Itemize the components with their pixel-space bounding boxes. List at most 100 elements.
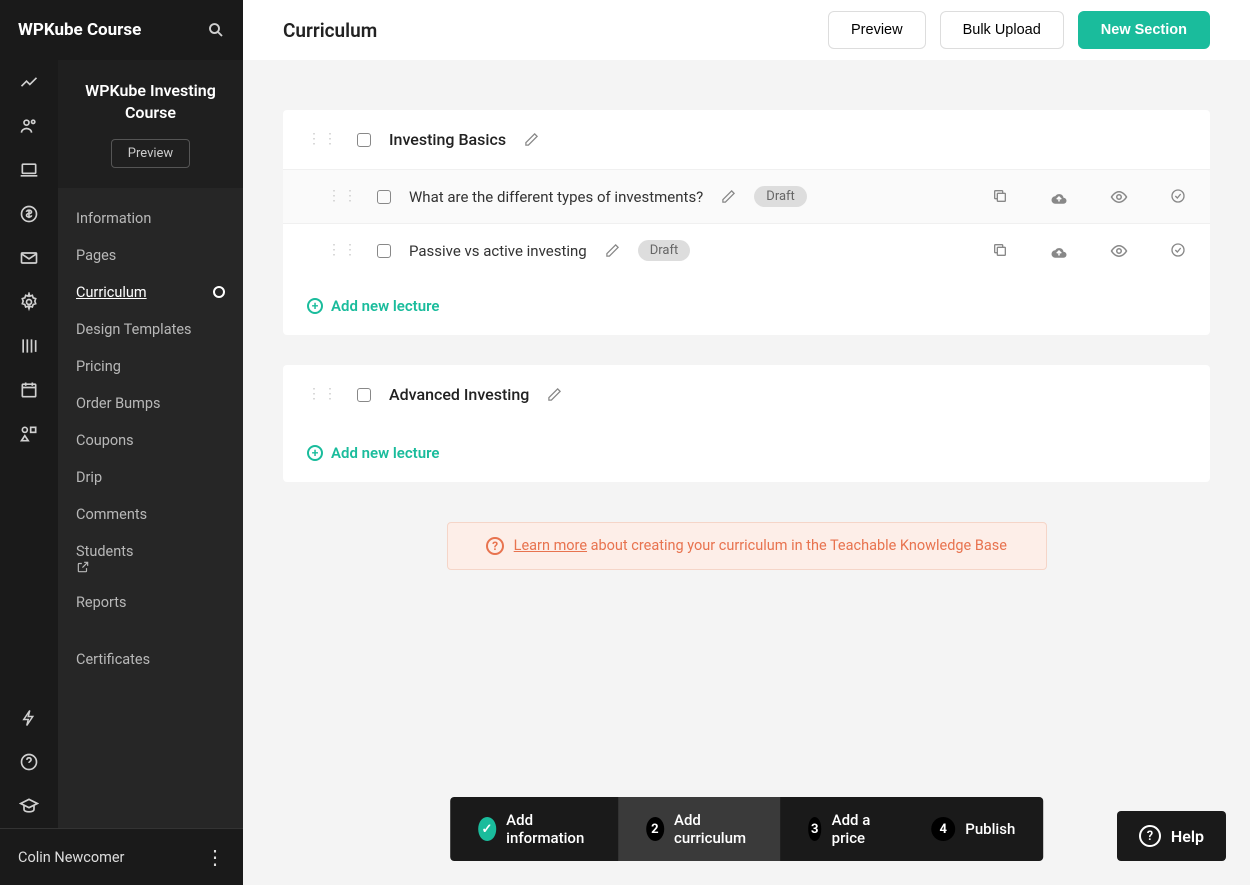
library-icon[interactable] [0, 324, 58, 368]
section-title: Investing Basics [389, 130, 506, 149]
copy-icon[interactable] [992, 188, 1008, 206]
sidebar-item-students[interactable]: Students [58, 533, 243, 584]
stepper: Add information 2 Add curriculum 3 Add a pri… [450, 797, 1044, 861]
sidebar-item-label: Certificates [76, 651, 150, 668]
lecture-checkbox[interactable] [377, 244, 391, 258]
lecture-title: What are the different types of investme… [409, 188, 703, 206]
step-add-a-price[interactable]: 3 Add a price [780, 797, 903, 861]
sidebar-item-coupons[interactable]: Coupons [58, 422, 243, 459]
sidebar-item-label: Pricing [76, 358, 121, 375]
sidebar-item-pricing[interactable]: Pricing [58, 348, 243, 385]
info-icon: ? [486, 537, 504, 555]
sidebar-item-label: Coupons [76, 432, 134, 449]
sidebar-item-information[interactable]: Information [58, 200, 243, 237]
drag-handle-icon[interactable]: ⋮⋮ [327, 246, 359, 256]
plus-circle-icon: + [307, 298, 323, 314]
brand-title: WPKube Course [18, 20, 141, 40]
sidebar-item-curriculum[interactable]: Curriculum [58, 274, 243, 311]
edit-icon[interactable] [605, 243, 620, 258]
step-add-curriculum[interactable]: 2 Add curriculum [618, 797, 780, 861]
check-circle-icon[interactable] [1170, 242, 1186, 260]
sidebar-item-label: Information [76, 210, 151, 227]
step-publish[interactable]: 4 Publish [903, 797, 1043, 861]
grad-cap-icon[interactable] [0, 784, 58, 828]
help-label: Help [1171, 827, 1204, 846]
laptop-icon[interactable] [0, 148, 58, 192]
more-icon[interactable]: ⋮ [205, 845, 225, 869]
content: ⋮⋮ Investing Basics ⋮⋮ What are the differe… [243, 60, 1250, 885]
sidebar-item-comments[interactable]: Comments [58, 496, 243, 533]
side-menu: Information Pages Curriculum Design Templat… [58, 188, 243, 828]
search-icon[interactable] [207, 21, 225, 39]
lecture-row: ⋮⋮ Passive vs active investing Draft [283, 223, 1210, 277]
help-button[interactable]: ? Help [1117, 811, 1226, 861]
status-circle-icon [213, 286, 225, 298]
bolt-icon[interactable] [0, 696, 58, 740]
eye-icon[interactable] [1110, 242, 1128, 260]
section-header-row: ⋮⋮ Investing Basics [283, 110, 1210, 169]
help-icon[interactable] [0, 740, 58, 784]
sidebar-preview-button[interactable]: Preview [111, 139, 190, 168]
sidebar-item-label: Comments [76, 506, 147, 523]
course-name: WPKube Investing Course [70, 80, 231, 125]
lecture-title: Passive vs active investing [409, 242, 587, 260]
sidebar-item-drip[interactable]: Drip [58, 459, 243, 496]
banner-text: about creating your curriculum in the Te… [587, 537, 1007, 554]
new-section-button[interactable]: New Section [1078, 11, 1210, 49]
external-link-icon [76, 560, 137, 574]
copy-icon[interactable] [992, 242, 1008, 260]
sidebar-item-label: Reports [76, 594, 127, 611]
edit-icon[interactable] [721, 189, 736, 204]
topbar: WPKube Course [0, 0, 243, 60]
side-panel: WPKube Investing Course Preview Informat… [58, 60, 243, 828]
edit-icon[interactable] [524, 132, 539, 147]
main: Curriculum Preview Bulk Upload New Secti… [243, 0, 1250, 885]
add-lecture-label: Add new lecture [331, 297, 439, 315]
sidebar-item-order-bumps[interactable]: Order Bumps [58, 385, 243, 422]
preview-button[interactable]: Preview [828, 11, 926, 49]
drag-handle-icon[interactable]: ⋮⋮ [307, 135, 339, 145]
learn-more-link[interactable]: Learn more [514, 537, 587, 554]
section-checkbox[interactable] [357, 388, 371, 402]
drag-handle-icon[interactable]: ⋮⋮ [307, 390, 339, 400]
step-label: Add a price [832, 811, 876, 847]
sidebar-item-label: Curriculum [76, 284, 147, 301]
section-title: Advanced Investing [389, 385, 529, 404]
info-banner: ? Learn more about creating your curricu… [447, 522, 1047, 570]
users-icon[interactable] [0, 104, 58, 148]
step-label: Add curriculum [674, 811, 752, 847]
cloud-upload-icon[interactable] [1050, 188, 1068, 206]
section-card: ⋮⋮ Advanced Investing +Add new lecture [283, 365, 1210, 482]
sidebar-item-reports[interactable]: Reports [58, 584, 243, 621]
add-lecture-button[interactable]: + Add new lecture [283, 277, 1210, 335]
dollar-icon[interactable] [0, 192, 58, 236]
icon-rail [0, 0, 58, 885]
step-label: Add information [506, 811, 590, 847]
sidebar-item-certificates[interactable]: Certificates [58, 641, 243, 678]
edit-icon[interactable] [547, 387, 562, 402]
add-lecture-button[interactable]: +Add new lecture [283, 424, 1210, 482]
user-name: Colin Newcomer [18, 849, 124, 866]
shapes-icon[interactable] [0, 412, 58, 456]
eye-icon[interactable] [1110, 188, 1128, 206]
drag-handle-icon[interactable]: ⋮⋮ [327, 192, 359, 202]
step-number: 3 [808, 817, 822, 841]
cloud-upload-icon[interactable] [1050, 242, 1068, 260]
analytics-icon[interactable] [0, 60, 58, 104]
step-number: 4 [931, 817, 955, 841]
sidebar-item-pages[interactable]: Pages [58, 237, 243, 274]
step-add-information[interactable]: Add information [450, 797, 618, 861]
calendar-icon[interactable] [0, 368, 58, 412]
mail-icon[interactable] [0, 236, 58, 280]
sidebar-item-design-templates[interactable]: Design Templates [58, 311, 243, 348]
sidebar-item-label: Students [76, 543, 137, 574]
step-number: 2 [646, 817, 664, 841]
lecture-checkbox[interactable] [377, 190, 391, 204]
gear-icon[interactable] [0, 280, 58, 324]
check-circle-icon[interactable] [1170, 188, 1186, 206]
bulk-upload-button[interactable]: Bulk Upload [940, 11, 1064, 49]
section-checkbox[interactable] [357, 133, 371, 147]
status-badge: Draft [638, 240, 691, 261]
step-label: Publish [965, 820, 1015, 838]
section-header-row: ⋮⋮ Advanced Investing [283, 365, 1210, 424]
